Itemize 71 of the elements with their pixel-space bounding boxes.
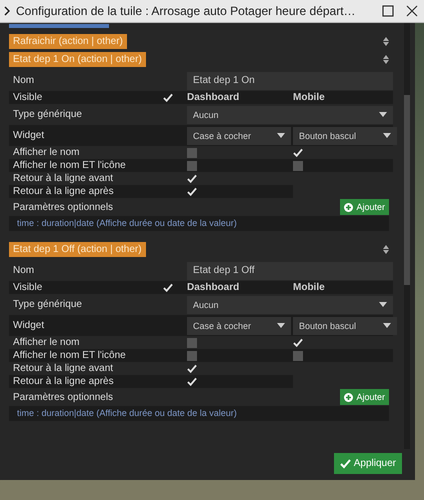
close-icon[interactable]	[406, 5, 418, 17]
option-label: Retour à la ligne avant	[13, 173, 114, 184]
sort-icon[interactable]	[383, 55, 389, 64]
checkbox[interactable]	[187, 174, 197, 184]
field-label: Nom	[13, 75, 36, 86]
dropdown[interactable]: Aucun	[187, 106, 393, 124]
column-header: Mobile	[293, 92, 326, 103]
checkbox[interactable]	[163, 282, 173, 292]
checkbox[interactable]	[293, 148, 303, 158]
caret-icon	[383, 323, 391, 328]
field-label: Widget	[13, 130, 46, 141]
maximize-icon[interactable]	[382, 5, 394, 17]
chevron-icon	[4, 6, 10, 16]
column-header: Dashboard	[187, 282, 240, 293]
checkmark-icon	[293, 338, 303, 348]
name-field[interactable]: Etat dep 1 On	[187, 72, 393, 90]
checkbox[interactable]	[187, 376, 197, 386]
field-label: Paramètres optionnels	[13, 392, 114, 402]
name-field[interactable]: Etat dep 1 Off	[187, 262, 393, 280]
scrollbar-thumb[interactable]	[404, 95, 410, 285]
dropdown[interactable]: Bouton bascul	[293, 316, 397, 334]
dropdown[interactable]: Bouton bascul	[293, 126, 397, 144]
sort-icon[interactable]	[383, 37, 389, 46]
caret-icon	[379, 112, 387, 117]
caret-icon	[277, 133, 285, 138]
checkmark-icon	[340, 458, 351, 468]
checkbox[interactable]	[163, 92, 173, 102]
column-header: Dashboard	[187, 92, 240, 103]
field-label: Type générique	[13, 109, 83, 120]
checkbox[interactable]	[187, 160, 197, 170]
parameter-hint: time : duration|date (Affiche durée ou date de la valeur)	[17, 408, 237, 418]
dropdown[interactable]: Aucun	[187, 296, 393, 314]
scrollbar[interactable]	[404, 23, 410, 449]
checkbox[interactable]	[187, 350, 197, 360]
dropdown[interactable]: Case à cocher	[187, 316, 291, 334]
caret-icon	[379, 302, 387, 307]
plus-circle-icon	[344, 392, 354, 402]
sort-icon[interactable]	[383, 245, 389, 254]
field-label: Visible	[13, 92, 42, 103]
field-label: Nom	[13, 265, 36, 276]
caret-icon	[277, 323, 285, 328]
field-label: Visible	[13, 282, 42, 293]
option-label: Afficher le nom ET l'icône	[13, 350, 127, 361]
checkbox[interactable]	[187, 364, 197, 374]
add-button[interactable]: Ajouter	[340, 389, 389, 405]
checkmark-icon	[163, 92, 173, 102]
field-label: Type générique	[13, 299, 83, 310]
option-label: Retour à la ligne après	[13, 376, 115, 387]
option-label: Afficher le nom ET l'icône	[13, 160, 127, 171]
column-header: Mobile	[293, 282, 326, 293]
field-label: Widget	[13, 320, 46, 331]
checkbox[interactable]	[293, 160, 303, 170]
add-button[interactable]: Ajouter	[340, 199, 389, 215]
option-label: Afficher le nom	[13, 337, 81, 348]
checkbox[interactable]	[187, 338, 197, 348]
option-label: Retour à la ligne avant	[13, 363, 114, 374]
apply-button[interactable]: Appliquer	[334, 453, 402, 474]
dropdown[interactable]: Case à cocher	[187, 126, 291, 144]
option-label: Afficher le nom	[13, 147, 81, 158]
window-title: Configuration de la tuile : Arrosage auto Potager heure départ…	[16, 4, 357, 18]
checkmark-icon	[163, 282, 173, 292]
checkmark-icon	[293, 148, 303, 158]
option-label: Retour à la ligne après	[13, 186, 115, 197]
parameter-hint: time : duration|date (Affiche durée ou date de la valeur)	[17, 218, 237, 228]
caret-icon	[383, 133, 391, 138]
checkbox[interactable]	[187, 148, 197, 158]
checkbox[interactable]	[293, 338, 303, 348]
plus-circle-icon	[344, 202, 354, 212]
checkbox[interactable]	[293, 350, 303, 360]
checkbox[interactable]	[187, 186, 197, 196]
field-label: Paramètres optionnels	[13, 202, 114, 212]
